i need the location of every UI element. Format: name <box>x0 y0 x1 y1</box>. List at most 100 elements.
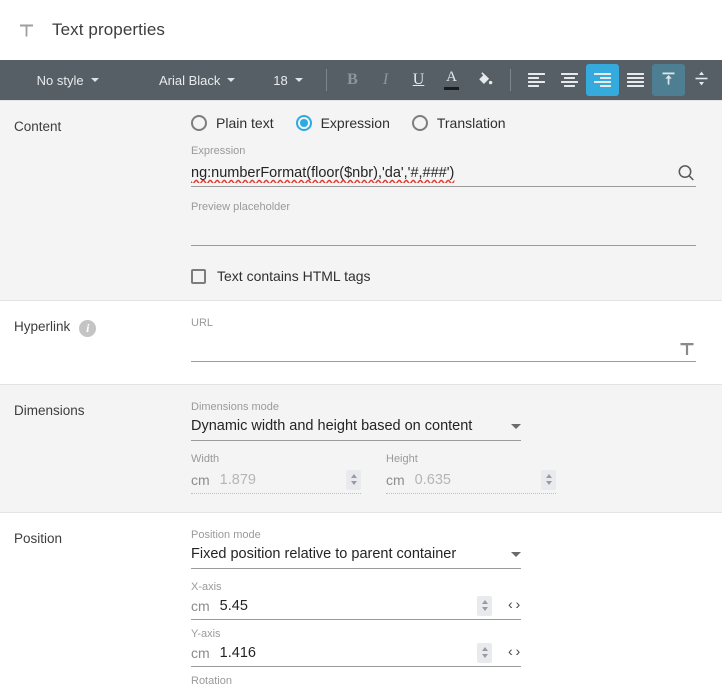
font-size-label: 18 <box>273 72 288 88</box>
underline-button[interactable]: U <box>402 64 435 96</box>
section-dimensions-label: Dimensions <box>14 403 85 418</box>
font-size-dropdown[interactable]: 18 <box>259 60 317 100</box>
text-format-icon[interactable] <box>678 340 696 358</box>
height-input-line: cm 0.635 <box>386 468 556 494</box>
style-dropdown-label: No style <box>36 72 84 88</box>
section-dimensions-label-cell: Dimensions <box>0 385 188 512</box>
vertical-align-middle-icon <box>693 70 710 91</box>
chevron-down-icon <box>294 78 303 82</box>
italic-icon: I <box>382 71 389 88</box>
dimensions-fields: Width cm 1.879 Height cm 0.635 <box>191 453 696 494</box>
x-axis-input-line[interactable]: cm 5.45 ‹› <box>191 594 522 620</box>
y-axis-stepper[interactable] <box>477 642 493 663</box>
expression-input-line[interactable]: ng:numberFormat(floor($nbr),'da','#,###'… <box>191 160 696 187</box>
fill-color-button[interactable] <box>468 64 501 96</box>
align-center-button[interactable] <box>553 64 586 96</box>
checkbox-icon <box>191 268 206 284</box>
x-axis-expression-icon[interactable]: ‹› <box>506 598 522 614</box>
dimensions-mode-caption: Dimensions mode <box>191 401 280 413</box>
section-content-label: Content <box>14 119 62 134</box>
vertical-align-middle-button[interactable] <box>685 64 718 96</box>
preview-placeholder-input[interactable] <box>191 222 696 242</box>
style-dropdown[interactable]: No style <box>0 60 135 100</box>
clipped-field: Rotation <box>191 671 521 689</box>
vertical-align-top-button[interactable] <box>652 64 685 96</box>
section-hyperlink-label-cell: Hyperlink i <box>0 301 188 384</box>
preview-placeholder-input-line[interactable] <box>191 216 696 246</box>
radio-expression[interactable]: Expression <box>295 115 390 131</box>
bold-button[interactable]: B <box>336 64 369 96</box>
radio-translation[interactable]: Translation <box>411 115 506 131</box>
height-input: 0.635 <box>414 471 451 488</box>
section-content-body: Plain text Expression Translation Expres… <box>188 101 722 300</box>
radio-plain-text[interactable]: Plain text <box>191 115 274 131</box>
vertical-align-top-icon <box>660 70 677 91</box>
align-justify-icon <box>627 73 644 87</box>
width-caption: Width <box>191 453 220 465</box>
url-field-caption: URL <box>191 317 214 329</box>
section-dimensions: Dimensions Dimensions mode Dynamic width… <box>0 384 722 512</box>
position-mode-caption: Position mode <box>191 529 261 541</box>
y-axis-expression-icon[interactable]: ‹› <box>506 645 522 661</box>
chevron-down-icon <box>227 78 236 82</box>
y-axis-input-line[interactable]: cm 1.416 ‹› <box>191 641 522 667</box>
align-justify-button[interactable] <box>619 64 652 96</box>
dimensions-mode-field: Dimensions mode Dynamic width and height… <box>191 401 696 441</box>
y-axis-field: Y-axis cm 1.416 ‹› <box>191 628 522 667</box>
position-mode-value: Fixed position relative to parent contai… <box>191 546 457 562</box>
width-stepper <box>346 469 361 490</box>
x-axis-stepper[interactable] <box>477 595 493 616</box>
page-title: Text properties <box>52 20 165 39</box>
content-type-radio-group: Plain text Expression Translation <box>191 115 696 131</box>
text-format-icon <box>14 18 38 42</box>
section-content: Content Plain text Expression Translatio… <box>0 100 722 300</box>
toolbar-divider <box>510 69 511 91</box>
font-color-swatch <box>444 87 459 90</box>
italic-button[interactable]: I <box>369 64 402 96</box>
radio-icon <box>191 115 207 131</box>
y-axis-caption: Y-axis <box>191 628 221 640</box>
width-input-line: cm 1.879 <box>191 468 361 494</box>
font-color-button[interactable]: A <box>435 64 468 96</box>
width-field: Width cm 1.879 <box>191 453 361 494</box>
height-field: Height cm 0.635 <box>386 453 556 494</box>
expression-field-caption: Expression <box>191 145 246 157</box>
y-axis-unit: cm <box>191 644 210 661</box>
align-right-button[interactable] <box>586 64 619 96</box>
position-mode-field: Position mode Fixed position relative to… <box>191 529 696 569</box>
height-unit: cm <box>386 471 405 488</box>
info-icon[interactable]: i <box>79 320 97 337</box>
font-family-dropdown[interactable]: Arial Black <box>135 60 259 100</box>
chevron-down-icon <box>511 552 521 557</box>
html-tags-checkbox[interactable]: Text contains HTML tags <box>191 268 696 284</box>
search-icon[interactable] <box>676 163 696 183</box>
radio-selected-icon <box>295 115 312 131</box>
align-left-button[interactable] <box>520 64 553 96</box>
section-hyperlink-label: Hyperlink <box>14 319 71 334</box>
width-input: 1.879 <box>219 471 256 488</box>
url-input[interactable] <box>191 338 670 358</box>
font-color-icon: A <box>444 70 459 90</box>
url-input-line[interactable] <box>191 332 696 362</box>
height-stepper <box>541 469 556 490</box>
section-hyperlink: Hyperlink i URL <box>0 300 722 384</box>
y-axis-input[interactable]: 1.416 <box>220 645 478 661</box>
section-position-body: Position mode Fixed position relative to… <box>188 513 722 689</box>
align-right-icon <box>594 73 611 87</box>
radio-icon <box>411 115 428 131</box>
section-dimensions-body: Dimensions mode Dynamic width and height… <box>188 385 722 512</box>
x-axis-input[interactable]: 5.45 <box>220 598 478 614</box>
section-content-label-cell: Content <box>0 101 188 300</box>
dimensions-mode-select[interactable]: Dynamic width and height based on conten… <box>191 416 521 441</box>
position-mode-select[interactable]: Fixed position relative to parent contai… <box>191 544 521 569</box>
clipped-field-caption: Rotation <box>191 675 232 687</box>
preview-placeholder-field: Preview placeholder <box>191 201 696 246</box>
dimensions-mode-value: Dynamic width and height based on conten… <box>191 418 473 434</box>
section-position: Position Position mode Fixed position re… <box>0 512 722 689</box>
x-axis-caption: X-axis <box>191 581 222 593</box>
chevron-down-icon <box>511 424 521 429</box>
expression-field: Expression ng:numberFormat(floor($nbr),'… <box>191 145 696 187</box>
expression-input[interactable]: ng:numberFormat(floor($nbr),'da','#,###'… <box>191 163 668 183</box>
panel-header: Text properties <box>0 0 722 60</box>
url-field: URL <box>191 317 696 362</box>
